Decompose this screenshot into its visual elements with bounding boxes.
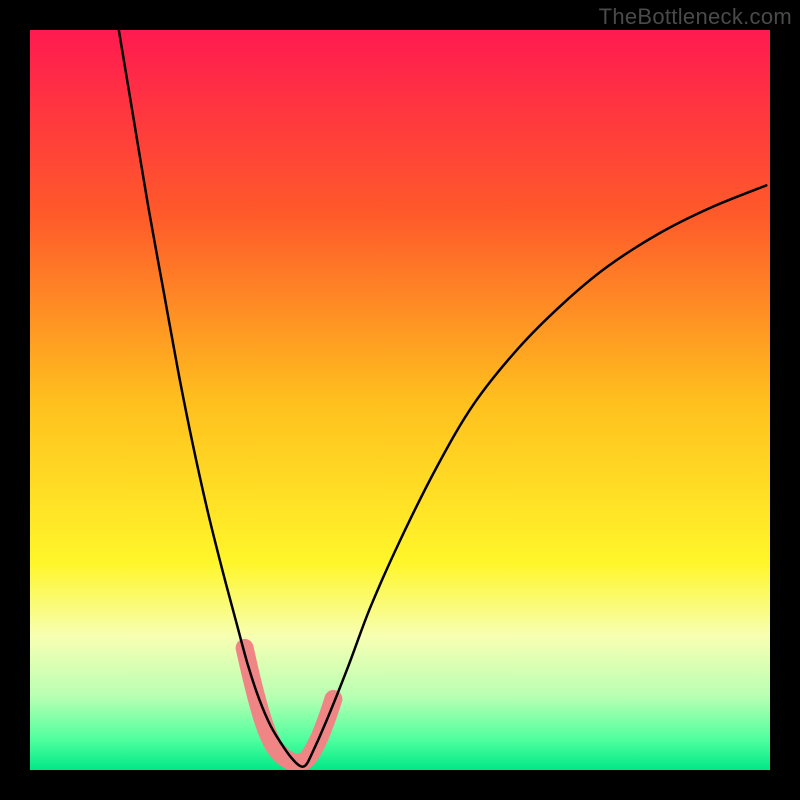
plot-area (30, 30, 770, 770)
chart-svg (30, 30, 770, 770)
watermark-text: TheBottleneck.com (599, 4, 792, 30)
gradient-background (30, 30, 770, 770)
chart-frame: TheBottleneck.com (0, 0, 800, 800)
